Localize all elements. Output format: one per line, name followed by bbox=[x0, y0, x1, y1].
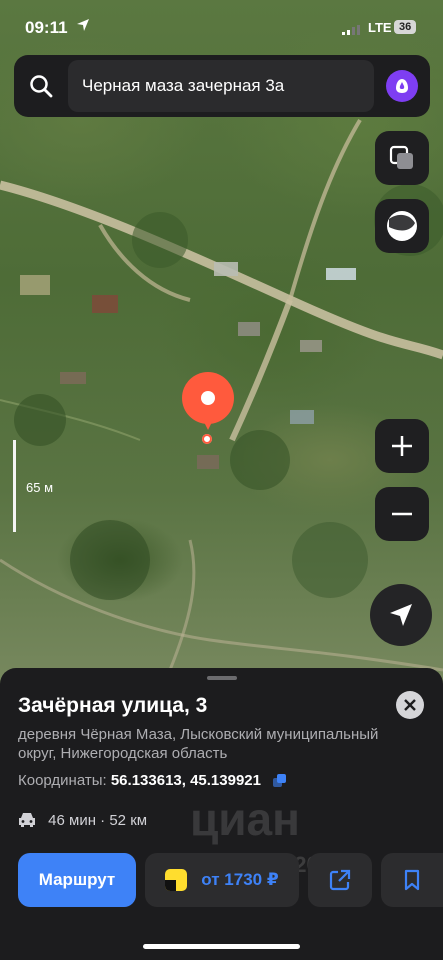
layers-button[interactable] bbox=[375, 131, 429, 185]
zoom-in-icon bbox=[392, 436, 412, 456]
route-separator: · bbox=[100, 812, 110, 829]
coordinates-value[interactable]: 56.133613, 45.139921 bbox=[111, 772, 261, 789]
status-time: 09:11 bbox=[25, 18, 68, 37]
car-icon bbox=[18, 812, 36, 832]
taxi-logo-icon bbox=[165, 869, 188, 891]
taxi-button[interactable]: от 1730 ₽ bbox=[145, 853, 299, 907]
pin-target-dot bbox=[202, 434, 212, 444]
zoom-out-button[interactable] bbox=[375, 487, 429, 541]
zoom-out-icon bbox=[392, 512, 412, 516]
navigation-arrow-icon bbox=[390, 604, 412, 626]
route-button-label: Маршрут bbox=[38, 870, 116, 889]
share-button[interactable] bbox=[308, 853, 372, 907]
voice-assistant-icon[interactable] bbox=[386, 70, 418, 102]
map-scale-bar bbox=[13, 440, 16, 532]
search-input[interactable]: Черная маза зачерная 3а bbox=[68, 60, 374, 112]
home-indicator bbox=[143, 944, 300, 949]
place-title: Зачёрная улица, 3 bbox=[18, 694, 208, 717]
copy-icon[interactable] bbox=[273, 774, 287, 791]
search-icon[interactable] bbox=[28, 73, 54, 99]
taxi-price-label: от 1730 ₽ bbox=[201, 870, 279, 889]
zoom-in-button[interactable] bbox=[375, 419, 429, 473]
sheet-grabber[interactable] bbox=[207, 676, 237, 680]
close-button[interactable] bbox=[396, 691, 424, 719]
watermark-brand: циан bbox=[190, 793, 300, 845]
signal-icon bbox=[342, 22, 360, 40]
search-bar: Черная маза зачерная 3а bbox=[14, 55, 430, 117]
bookmark-button[interactable] bbox=[381, 853, 443, 907]
place-address: деревня Чёрная Маза, Лысковский муниципа… bbox=[18, 726, 379, 762]
coordinates-label: Координаты: bbox=[18, 772, 107, 789]
bookmark-icon bbox=[404, 869, 420, 891]
coordinates-row: Координаты: 56.133613, 45.139921 bbox=[18, 772, 287, 791]
travel-distance: 52 км bbox=[109, 812, 148, 829]
route-button[interactable]: Маршрут bbox=[18, 853, 136, 907]
location-pin-icon[interactable] bbox=[182, 372, 234, 430]
close-icon bbox=[404, 699, 416, 711]
share-icon bbox=[329, 869, 351, 891]
network-type: LTE bbox=[368, 20, 392, 35]
pin-dot bbox=[201, 391, 215, 405]
map-style-icon bbox=[387, 211, 417, 241]
travel-time: 46 мин bbox=[48, 812, 96, 829]
status-bar: 09:11 LTE 36 bbox=[0, 14, 443, 42]
map-style-button[interactable] bbox=[375, 199, 429, 253]
layers-icon bbox=[389, 145, 413, 169]
route-info: 46 мин · 52 км bbox=[18, 812, 147, 832]
location-arrow-icon bbox=[76, 18, 90, 36]
battery-level: 36 bbox=[394, 20, 417, 34]
map-scale-label: 65 м bbox=[26, 480, 54, 495]
my-location-button[interactable] bbox=[370, 584, 432, 646]
